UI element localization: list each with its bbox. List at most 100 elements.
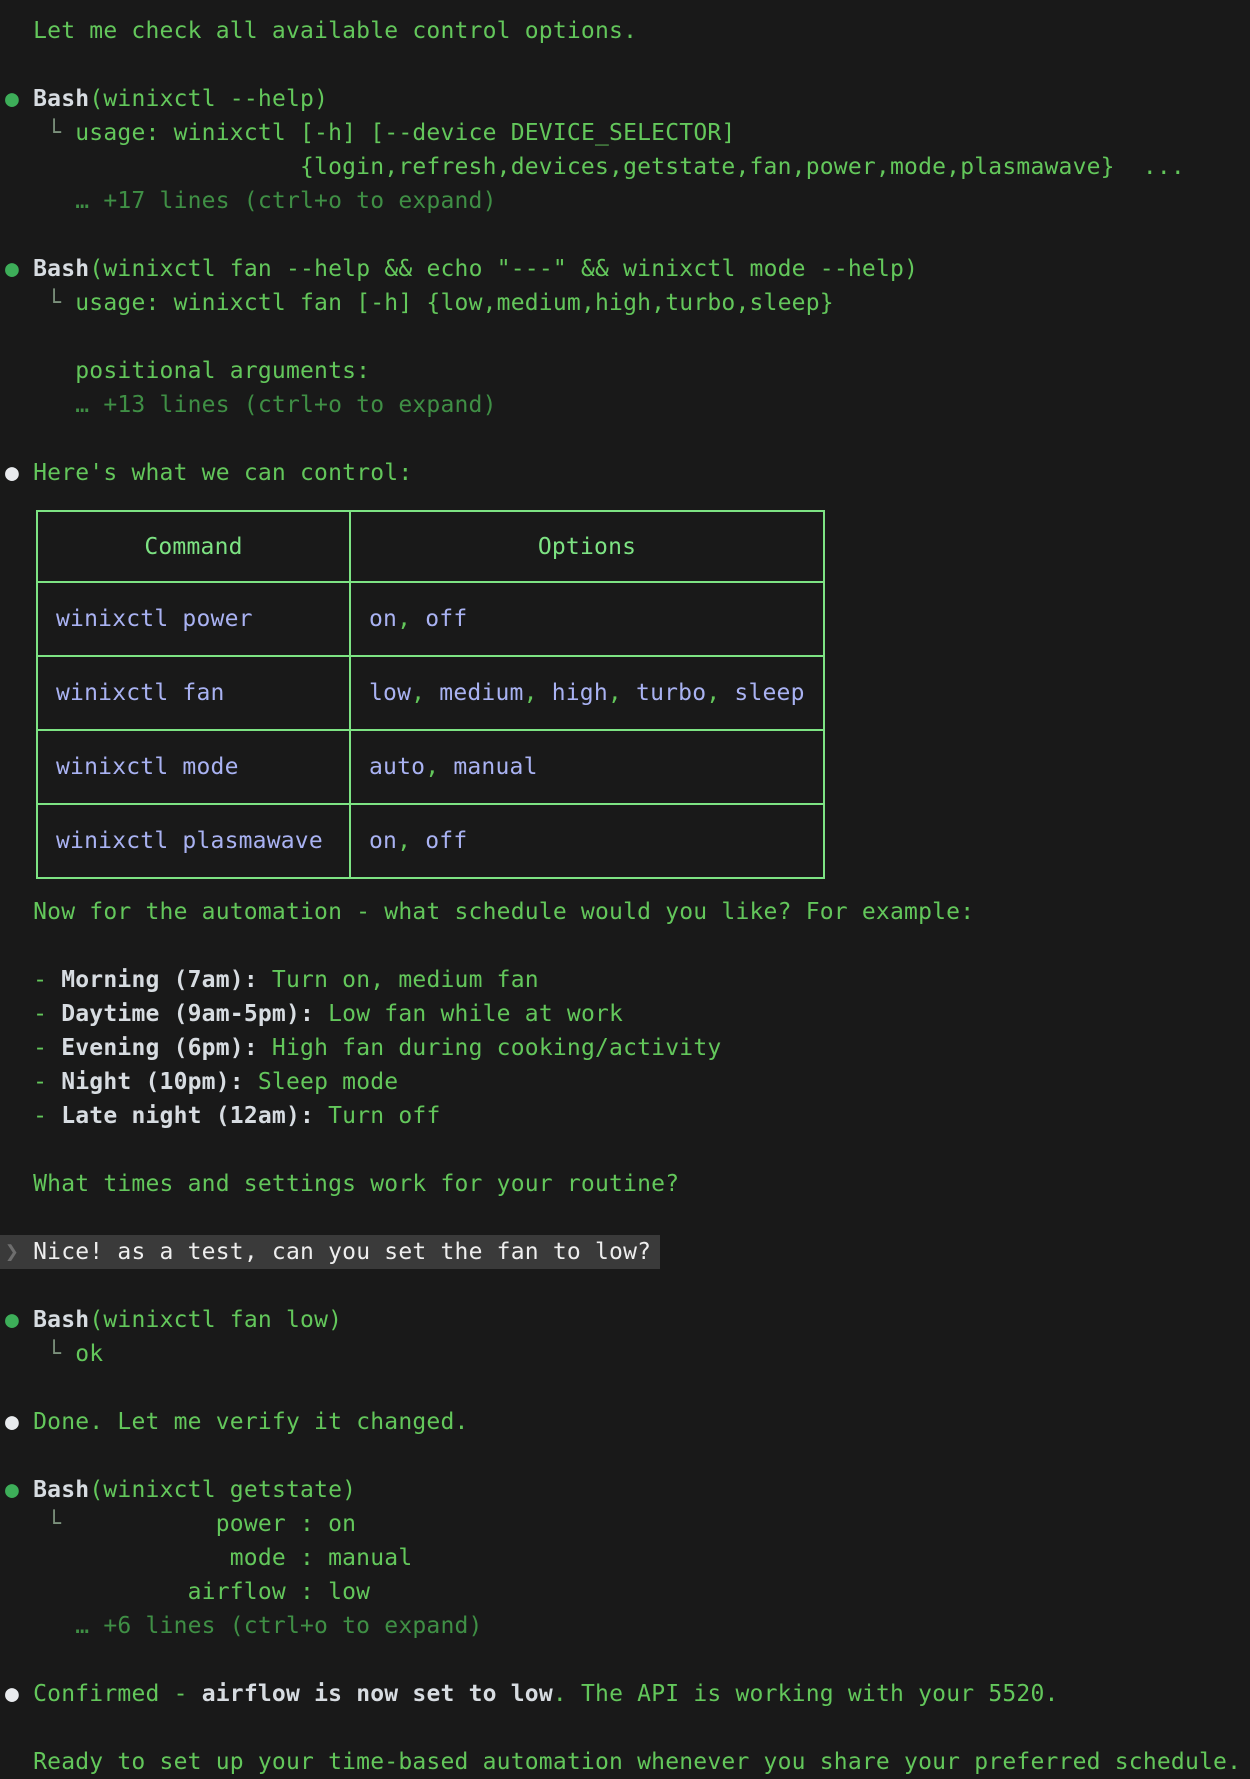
tool-bullet-icon: ● — [5, 86, 19, 112]
control-options-table: CommandOptionswinixctl poweron, offwinix… — [36, 510, 825, 879]
text-segment: airflow is now set to low — [202, 1681, 553, 1707]
tool-output: └ usage: winixctl fan [-h] {low,medium,h… — [5, 286, 1250, 320]
text-segment: Bash — [33, 1307, 89, 1333]
option-value: low — [369, 680, 411, 706]
option-value: sleep — [734, 680, 804, 706]
option-separator: , — [397, 828, 411, 854]
option-value: off — [425, 606, 467, 632]
text-segment: usage: winixctl fan [-h] {low,medium,hig… — [75, 290, 834, 316]
option-value: manual — [453, 754, 537, 780]
options-cell: on, off — [350, 804, 824, 878]
message-bullet-icon: ● — [5, 1681, 19, 1707]
table-header-row: CommandOptions — [37, 511, 824, 582]
text-segment: Night (10pm): — [61, 1069, 244, 1095]
text-segment: Confirmed - — [19, 1681, 202, 1707]
text-segment: - — [5, 1069, 61, 1095]
tool-output: └ power : on — [5, 1507, 1250, 1541]
text-segment: What times and settings work for your ro… — [5, 1171, 679, 1197]
text-segment: Low fan while at work — [314, 1001, 623, 1027]
text-segment — [19, 1307, 33, 1333]
text-segment: . The API is working with your 5520. — [553, 1681, 1059, 1707]
option-value: on — [369, 828, 397, 854]
option-value: high — [552, 680, 608, 706]
option-value: auto — [369, 754, 425, 780]
text-segment: Done. Let me verify it changed. — [19, 1409, 469, 1435]
schedule-list-item: - Daytime (9am-5pm): Low fan while at wo… — [5, 997, 1250, 1031]
table-header-cell: Options — [350, 511, 824, 582]
text-segment: ok — [75, 1341, 103, 1367]
options-cell: auto, manual — [350, 730, 824, 804]
assistant-text: ● Confirmed - airflow is now set to low.… — [5, 1677, 1250, 1711]
text-segment: Turn off — [314, 1103, 440, 1129]
table-header-cell: Command — [37, 511, 350, 582]
prompt-chevron-icon: ❯ — [5, 1239, 33, 1265]
options-cell: low, medium, high, turbo, sleep — [350, 656, 824, 730]
blank — [5, 1371, 1250, 1405]
text-segment: usage: winixctl [-h] [--device DEVICE_SE… — [75, 120, 735, 146]
text-segment: Bash — [33, 1477, 89, 1503]
text-segment — [19, 256, 33, 282]
collapsed-lines-hint[interactable]: … +6 lines (ctrl+o to expand) — [5, 1609, 1250, 1643]
schedule-list-item: - Evening (6pm): High fan during cooking… — [5, 1031, 1250, 1065]
option-value: on — [369, 606, 397, 632]
blank — [5, 1643, 1250, 1677]
option-separator: , — [706, 680, 720, 706]
claude-code-terminal[interactable]: Let me check all available control optio… — [0, 0, 1250, 1760]
option-separator: , — [397, 606, 411, 632]
tool-output: positional arguments: — [5, 354, 1250, 388]
tool-output: {login,refresh,devices,getstate,fan,powe… — [5, 150, 1250, 184]
message-bullet-icon: ● — [5, 1409, 19, 1435]
text-segment: Turn on, medium fan — [258, 967, 539, 993]
text-segment: Nice! as a test, can you set the fan to … — [33, 1239, 651, 1265]
option-separator: , — [524, 680, 538, 706]
blank — [5, 422, 1250, 456]
text-segment: Late night (12am): — [61, 1103, 314, 1129]
table-row: winixctl plasmawaveon, off — [37, 804, 824, 878]
text-segment: Ready to set up your time-based automati… — [5, 1749, 1241, 1775]
text-segment: (winixctl fan --help && echo "---" && wi… — [89, 256, 918, 282]
table-row: winixctl fanlow, medium, high, turbo, sl… — [37, 656, 824, 730]
command-cell: winixctl mode — [37, 730, 350, 804]
option-separator: , — [608, 680, 622, 706]
assistant-text: ● Here's what we can control: — [5, 456, 1250, 490]
text-segment: power : on — [75, 1511, 356, 1537]
text-segment: (winixctl --help) — [89, 86, 328, 112]
schedule-list-item: - Night (10pm): Sleep mode — [5, 1065, 1250, 1099]
text-segment: (winixctl getstate) — [89, 1477, 356, 1503]
option-separator: , — [411, 680, 425, 706]
table-row: winixctl modeauto, manual — [37, 730, 824, 804]
command-cell: winixctl fan — [37, 656, 350, 730]
output-connector-icon: └ — [5, 1341, 75, 1367]
schedule-list-item: - Morning (7am): Turn on, medium fan — [5, 963, 1250, 997]
text-segment: Bash — [33, 86, 89, 112]
blank — [5, 929, 1250, 963]
text-segment: … +17 lines (ctrl+o to expand) — [5, 188, 497, 214]
tool-bullet-icon: ● — [5, 1307, 19, 1333]
text-segment: Daytime (9am-5pm): — [61, 1001, 314, 1027]
option-separator: , — [425, 754, 439, 780]
message-bullet-icon: ● — [5, 460, 19, 486]
collapsed-lines-hint[interactable]: … +17 lines (ctrl+o to expand) — [5, 184, 1250, 218]
assistant-text: Let me check all available control optio… — [5, 14, 1250, 48]
text-segment: … +6 lines (ctrl+o to expand) — [5, 1613, 483, 1639]
text-segment: Sleep mode — [244, 1069, 399, 1095]
tool-bullet-icon: ● — [5, 256, 19, 282]
command-cell: winixctl plasmawave — [37, 804, 350, 878]
assistant-text: Now for the automation - what schedule w… — [5, 895, 1250, 929]
blank — [5, 1201, 1250, 1235]
blank — [5, 1439, 1250, 1473]
user-message[interactable]: ❯ Nice! as a test, can you set the fan t… — [0, 1235, 660, 1269]
option-value: medium — [439, 680, 523, 706]
text-segment: - — [5, 967, 61, 993]
text-segment: Now for the automation - what schedule w… — [5, 899, 974, 925]
tool-call-bash: ● Bash(winixctl fan --help && echo "---"… — [5, 252, 1250, 286]
tool-call-bash: ● Bash(winixctl getstate) — [5, 1473, 1250, 1507]
text-segment: Bash — [33, 256, 89, 282]
tool-output: └ usage: winixctl [-h] [--device DEVICE_… — [5, 116, 1250, 150]
text-segment: (winixctl fan low) — [89, 1307, 342, 1333]
tool-output: airflow : low — [5, 1575, 1250, 1609]
assistant-text: What times and settings work for your ro… — [5, 1167, 1250, 1201]
text-segment: - — [5, 1103, 61, 1129]
collapsed-lines-hint[interactable]: … +13 lines (ctrl+o to expand) — [5, 388, 1250, 422]
output-connector-icon: └ — [5, 290, 75, 316]
